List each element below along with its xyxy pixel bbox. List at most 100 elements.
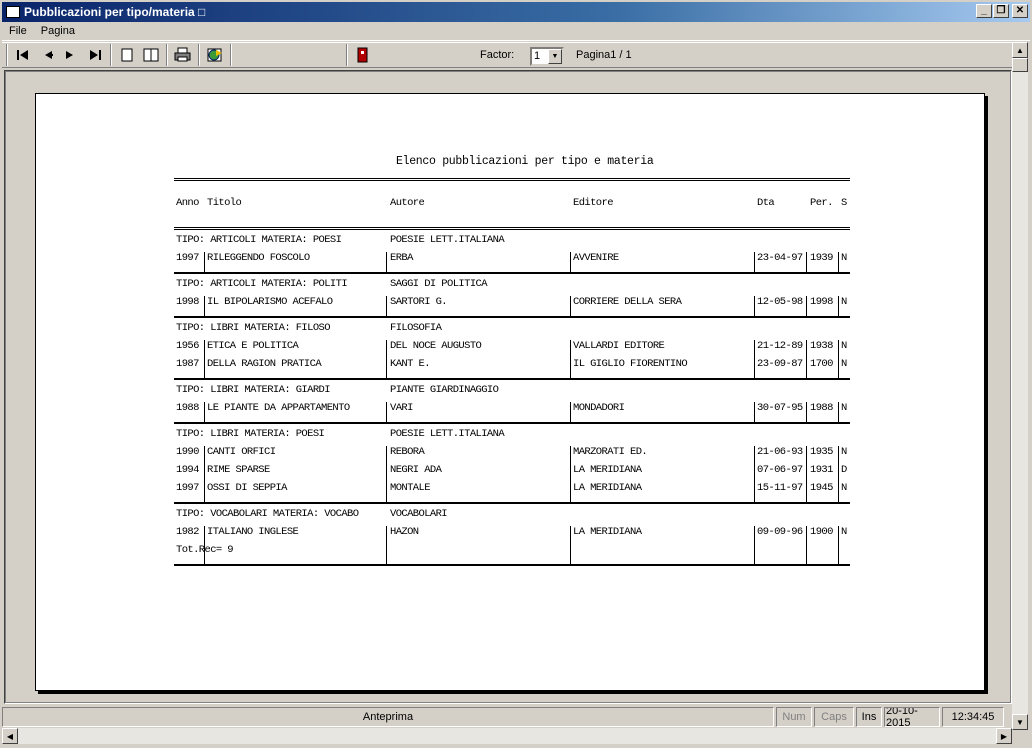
header-per: Per. xyxy=(810,197,833,209)
column-separator xyxy=(570,402,571,422)
window-title: Pubblicazioni per tipo/materia □ xyxy=(24,5,206,19)
horizontal-scrollbar[interactable]: ◀ ▶ xyxy=(2,728,1012,744)
cell-editore: LA MERIDIANA xyxy=(573,482,642,494)
page-indicator: Pagina1 / 1 xyxy=(576,49,632,61)
scroll-right-icon[interactable]: ▶ xyxy=(996,728,1012,744)
cell-per: 1998 xyxy=(810,296,833,308)
report-table: Anno Titolo Autore Editore Dta Per. S TI… xyxy=(174,178,850,570)
report-bottom-line xyxy=(174,564,850,566)
cell-titolo: DELLA RAGION PRATICA xyxy=(207,358,322,370)
printer-icon[interactable] xyxy=(171,44,195,66)
column-separator xyxy=(754,402,755,422)
cell-editore: MARZORATI ED. xyxy=(573,446,648,458)
next-page-icon[interactable] xyxy=(59,44,83,66)
close-button[interactable]: ✕ xyxy=(1012,4,1028,18)
cell-titolo: LE PIANTE DA APPARTAMENTO xyxy=(207,402,350,414)
scroll-up-icon[interactable]: ▲ xyxy=(1012,42,1028,58)
cell-per: 1938 xyxy=(810,340,833,352)
group-separator xyxy=(174,502,850,504)
cell-per: 1935 xyxy=(810,446,833,458)
toolbar: Factor: 1 ▼ Pagina1 / 1 xyxy=(2,42,1012,68)
scroll-left-icon[interactable]: ◀ xyxy=(2,728,18,744)
cell-s: N xyxy=(841,402,847,414)
menu-pagina[interactable]: Pagina xyxy=(34,25,82,37)
column-separator xyxy=(386,252,387,272)
column-separator xyxy=(806,340,807,378)
scroll-thumb[interactable] xyxy=(1012,58,1028,72)
column-separator xyxy=(754,252,755,272)
column-separator xyxy=(570,446,571,502)
cell-anno: 1997 xyxy=(176,482,199,494)
menu-file[interactable]: File xyxy=(2,25,34,37)
group-separator xyxy=(174,316,850,318)
cell-anno: 1990 xyxy=(176,446,199,458)
column-separator xyxy=(806,402,807,422)
group-materia: VOCABOLARI xyxy=(390,508,448,520)
cell-dta: 09-09-96 xyxy=(757,526,803,538)
column-separator xyxy=(570,296,571,316)
restore-button[interactable]: ❐ xyxy=(993,4,1009,18)
cell-anno: 1998 xyxy=(176,296,199,308)
single-page-icon[interactable] xyxy=(115,44,139,66)
cell-titolo: ETICA E POLITICA xyxy=(207,340,299,352)
cell-editore: VALLARDI EDITORE xyxy=(573,340,665,352)
group-separator xyxy=(174,378,850,380)
cell-titolo: CANTI ORFICI xyxy=(207,446,276,458)
cell-s: N xyxy=(841,526,847,538)
export-icon[interactable] xyxy=(203,44,227,66)
previous-page-icon[interactable] xyxy=(35,44,59,66)
factor-value: 1 xyxy=(534,50,541,62)
cell-dta: 07-06-97 xyxy=(757,464,803,476)
header-dta: Dta xyxy=(757,197,775,209)
header-titolo: Titolo xyxy=(207,197,242,209)
preview-area: Elenco pubblicazioni per tipo e materia … xyxy=(4,70,1012,704)
title-bar[interactable]: Pubblicazioni per tipo/materia □ _ ❐ ✕ xyxy=(2,2,1030,22)
status-num: Num xyxy=(776,707,812,727)
report-page: Elenco pubblicazioni per tipo e materia … xyxy=(35,93,985,691)
cell-editore: IL GIGLIO FIORENTINO xyxy=(573,358,688,370)
column-separator xyxy=(806,526,807,564)
cell-editore: CORRIERE DELLA SERA xyxy=(573,296,682,308)
cell-autore: HAZON xyxy=(390,526,419,538)
exit-icon[interactable] xyxy=(351,44,375,66)
header-editore: Editore xyxy=(573,197,614,209)
cell-dta: 23-09-87 xyxy=(757,358,803,370)
last-page-icon[interactable] xyxy=(83,44,107,66)
first-page-icon[interactable] xyxy=(11,44,35,66)
scroll-down-icon[interactable]: ▼ xyxy=(1012,714,1028,730)
cell-s: D xyxy=(841,464,847,476)
cell-editore: MONDADORI xyxy=(573,402,625,414)
column-separator xyxy=(386,296,387,316)
group-materia: SAGGI DI POLITICA xyxy=(390,278,488,290)
factor-select[interactable]: 1 ▼ xyxy=(530,47,564,66)
chevron-down-icon[interactable]: ▼ xyxy=(548,49,562,64)
column-separator xyxy=(806,296,807,316)
vertical-scrollbar[interactable]: ▲ ▼ xyxy=(1012,42,1028,730)
cell-titolo: ITALIANO INGLESE xyxy=(207,526,299,538)
cell-dta: 30-07-95 xyxy=(757,402,803,414)
report-title: Elenco pubblicazioni per tipo e materia xyxy=(396,155,654,168)
cell-s: N xyxy=(841,446,847,458)
column-separator xyxy=(754,340,755,378)
group-separator xyxy=(174,272,850,274)
cell-anno: 1982 xyxy=(176,526,199,538)
column-separator xyxy=(754,526,755,564)
cell-anno: 1988 xyxy=(176,402,199,414)
status-ins: Ins xyxy=(856,707,882,727)
two-pages-icon[interactable] xyxy=(139,44,163,66)
cell-autore: ERBA xyxy=(390,252,413,264)
status-caps: Caps xyxy=(814,707,854,727)
cell-anno: 1987 xyxy=(176,358,199,370)
column-separator xyxy=(386,402,387,422)
cell-s: N xyxy=(841,252,847,264)
column-separator xyxy=(570,340,571,378)
cell-autore: REBORA xyxy=(390,446,425,458)
cell-s: N xyxy=(841,296,847,308)
minimize-button[interactable]: _ xyxy=(976,4,992,18)
cell-autore: NEGRI ADA xyxy=(390,464,442,476)
app-icon xyxy=(6,6,20,18)
cell-per: 1700 xyxy=(810,358,833,370)
group-tipo: TIPO: LIBRI MATERIA: GIARDI xyxy=(176,384,331,396)
column-separator xyxy=(204,340,205,378)
column-separator xyxy=(386,340,387,378)
